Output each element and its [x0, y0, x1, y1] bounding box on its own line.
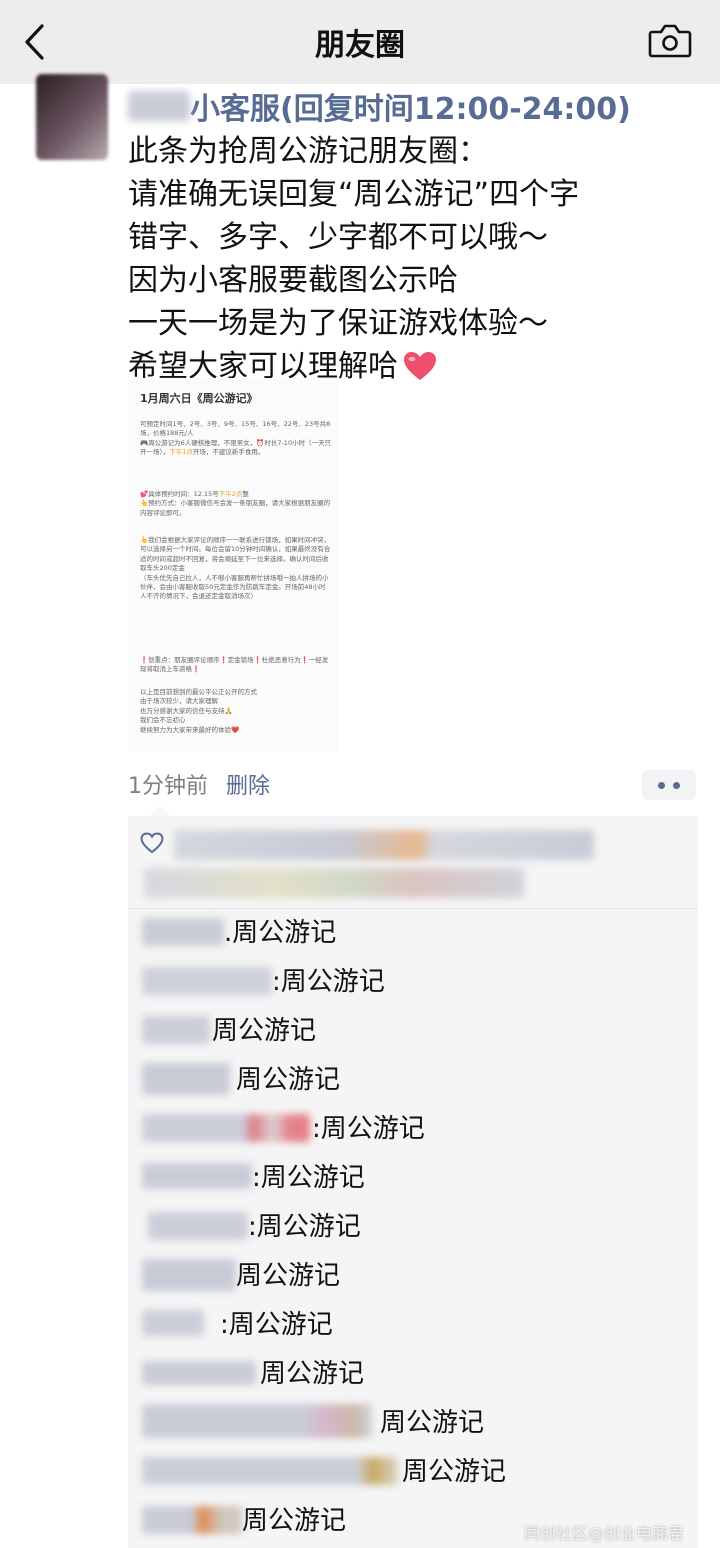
commenter-redaction — [142, 1163, 252, 1189]
comment-text: 周公游记 — [380, 1408, 485, 1438]
post-line: 错字、多字、少字都不可以哦～ — [128, 220, 548, 255]
image-paragraph: 可预定时间1号、2号、3号、9号、15号、16号、22号、23号共8场，价格18… — [140, 420, 332, 457]
comment-text: 周公游记 — [236, 1261, 341, 1291]
comment-item[interactable]: :周公游记 — [128, 1302, 698, 1351]
commenter-redaction — [142, 1259, 236, 1291]
image-paragraph: 👆我们会根据大家评论的顺序一一联系进行锁场，如果时间冲突，可以选择另一个时间。每… — [140, 536, 331, 601]
author-name: 小客服(回复时间12:00-24:00) — [190, 92, 631, 127]
post-image[interactable]: 1月周六日《周公游记》 可预定时间1号、2号、3号、9号、15号、16号、22号… — [128, 378, 338, 752]
comment-text: :周公游记 — [248, 1212, 361, 1242]
commenter-redaction — [142, 967, 272, 995]
post-meta: 1分钟前 删除 — [128, 768, 270, 800]
commenter-redaction — [142, 1114, 310, 1142]
heart-outline-icon — [140, 832, 164, 854]
post-author[interactable]: 小客服(回复时间12:00-24:00) — [128, 84, 631, 127]
comment-item[interactable]: 周公游记 — [128, 1008, 698, 1057]
post-time: 1分钟前 — [128, 774, 208, 799]
likes-row — [128, 816, 698, 909]
comment-item[interactable]: 周公游记 — [128, 1400, 698, 1449]
delete-link[interactable]: 删除 — [226, 774, 270, 799]
heart-emoji-icon — [402, 350, 438, 382]
post-text: 此条为抢周公游记朋友圈： 请准确无误回复“周公游记”四个字 错字、多字、少字都不… — [128, 130, 698, 388]
comment-text: :周公游记 — [220, 1310, 333, 1340]
post-line: 因为小客服要截图公示哈 — [128, 263, 458, 298]
page-title: 朋友圈 — [315, 28, 405, 63]
comment-text: :周公游记 — [312, 1114, 425, 1144]
watermark: 同创社区@创业电商君 — [524, 1524, 685, 1543]
comment-text: .周公游记 — [224, 918, 337, 948]
post-line: 此条为抢周公游记朋友圈： — [128, 134, 488, 169]
comment-item[interactable]: :周公游记 — [128, 1106, 698, 1155]
comment-item[interactable]: 周公游记 — [128, 1351, 698, 1400]
comment-text: :周公游记 — [272, 967, 385, 997]
commenter-redaction — [142, 1063, 230, 1095]
comment-text: 周公游记 — [402, 1457, 507, 1487]
post-line: 一天一场是为了保证游戏体验～ — [128, 306, 548, 341]
commenter-redaction — [142, 1404, 372, 1438]
more-dots-icon[interactable] — [642, 770, 696, 800]
comment-item[interactable]: .周公游记 — [128, 910, 698, 959]
liker-names-redaction — [174, 830, 594, 860]
comment-item[interactable]: 周公游记 — [128, 1449, 698, 1498]
image-paragraph: 以上是目前想到的最公平公正公开的方式 由于场次较少，请大家理解 也万分感谢大家的… — [140, 688, 257, 734]
commenter-redaction — [142, 1310, 204, 1336]
comment-item[interactable]: :周公游记 — [128, 959, 698, 1008]
commenter-redaction — [142, 1457, 398, 1485]
commenter-redaction — [148, 1212, 248, 1240]
top-navbar: 朋友圈 — [0, 0, 720, 84]
comment-item[interactable]: :周公游记 — [128, 1204, 698, 1253]
liker-names-redaction — [144, 868, 524, 898]
image-paragraph: 💕具体预约时间：12.15号下午2点整 👆预约方式：小客服微信号会发一条朋友圈，… — [140, 490, 331, 517]
comment-text: 周公游记 — [260, 1359, 365, 1389]
comment-text: 周公游记 — [242, 1506, 347, 1536]
commenter-redaction — [142, 1016, 210, 1044]
comment-text: 周公游记 — [212, 1016, 317, 1046]
avatar[interactable] — [36, 74, 108, 160]
post-line: 请准确无误回复“周公游记”四个字 — [128, 177, 580, 212]
comment-item[interactable]: 周公游记 — [128, 1253, 698, 1302]
camera-icon[interactable] — [648, 20, 692, 60]
commenter-redaction — [142, 1361, 256, 1385]
comment-item[interactable]: 周公游记 — [128, 1057, 698, 1106]
comment-box: .周公游记 :周公游记 周公游记 周公游记 :周公游记 :周公游记 :周公游记 … — [128, 806, 698, 1548]
comment-item[interactable]: :周公游记 — [128, 1155, 698, 1204]
commenter-redaction — [142, 918, 224, 946]
comment-text: 周公游记 — [236, 1065, 341, 1095]
commenter-redaction — [142, 1506, 242, 1534]
image-title: 1月周六日《周公游记》 — [140, 392, 258, 405]
comment-text: :周公游记 — [252, 1163, 365, 1193]
name-blur-redaction — [128, 91, 190, 121]
image-paragraph: ❗划重点：朋友圈评论顺序❗定金锁场❗杜绝恶意行为❗一经发现将取消上车资格❗ — [140, 656, 329, 674]
